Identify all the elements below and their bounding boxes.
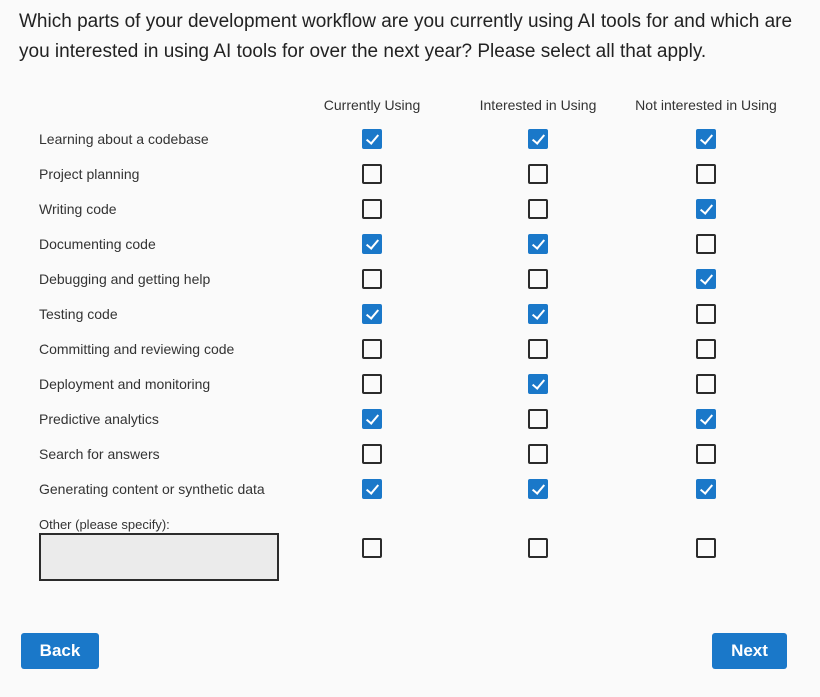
checkbox-currently-using[interactable] bbox=[362, 199, 382, 219]
checkbox-currently-using[interactable] bbox=[362, 479, 382, 499]
row-label: Project planning bbox=[39, 166, 140, 182]
checkbox-interested-in-using[interactable] bbox=[528, 199, 548, 219]
checkbox-currently-using[interactable] bbox=[362, 129, 382, 149]
checkbox-not-interested-in-using[interactable] bbox=[696, 304, 716, 324]
checkbox-currently-using[interactable] bbox=[362, 339, 382, 359]
row-label: Committing and reviewing code bbox=[39, 341, 235, 357]
row-label: Documenting code bbox=[39, 236, 156, 252]
row-label: Testing code bbox=[39, 306, 118, 322]
checkbox-not-interested-in-using[interactable] bbox=[696, 234, 716, 254]
next-button[interactable]: Next bbox=[712, 633, 787, 669]
row-label: Generating content or synthetic data bbox=[39, 481, 265, 497]
checkbox-currently-using[interactable] bbox=[362, 444, 382, 464]
checkbox-currently-using[interactable] bbox=[362, 409, 382, 429]
column-header-currently-using: Currently Using bbox=[323, 97, 421, 113]
checkbox-currently-using[interactable] bbox=[362, 164, 382, 184]
checkbox-not-interested-in-using[interactable] bbox=[696, 129, 716, 149]
other-checkbox-currently-using[interactable] bbox=[362, 538, 382, 558]
column-header-not-interested-in-using: Not interested in Using bbox=[635, 97, 777, 113]
checkbox-currently-using[interactable] bbox=[362, 304, 382, 324]
checkbox-interested-in-using[interactable] bbox=[528, 234, 548, 254]
checkbox-not-interested-in-using[interactable] bbox=[696, 164, 716, 184]
checkbox-not-interested-in-using[interactable] bbox=[696, 199, 716, 219]
checkbox-currently-using[interactable] bbox=[362, 374, 382, 394]
row-label: Predictive analytics bbox=[39, 411, 159, 427]
other-label: Other (please specify): bbox=[39, 517, 170, 532]
checkbox-not-interested-in-using[interactable] bbox=[696, 269, 716, 289]
checkbox-currently-using[interactable] bbox=[362, 269, 382, 289]
checkbox-interested-in-using[interactable] bbox=[528, 444, 548, 464]
other-checkbox-interested-in-using[interactable] bbox=[528, 538, 548, 558]
back-button[interactable]: Back bbox=[21, 633, 99, 669]
checkbox-interested-in-using[interactable] bbox=[528, 339, 548, 359]
other-specify-input[interactable] bbox=[39, 533, 279, 581]
checkbox-not-interested-in-using[interactable] bbox=[696, 374, 716, 394]
row-label: Debugging and getting help bbox=[39, 271, 211, 287]
row-label: Learning about a codebase bbox=[39, 131, 209, 147]
checkbox-interested-in-using[interactable] bbox=[528, 164, 548, 184]
checkbox-interested-in-using[interactable] bbox=[528, 129, 548, 149]
question-text: Which parts of your development workflow… bbox=[19, 11, 793, 62]
checkbox-interested-in-using[interactable] bbox=[528, 479, 548, 499]
checkbox-interested-in-using[interactable] bbox=[528, 269, 548, 289]
other-checkbox-not-interested-in-using[interactable] bbox=[696, 538, 716, 558]
checkbox-not-interested-in-using[interactable] bbox=[696, 409, 716, 429]
checkbox-not-interested-in-using[interactable] bbox=[696, 444, 716, 464]
checkbox-interested-in-using[interactable] bbox=[528, 409, 548, 429]
checkbox-not-interested-in-using[interactable] bbox=[696, 339, 716, 359]
checkbox-interested-in-using[interactable] bbox=[528, 374, 548, 394]
row-label: Writing code bbox=[39, 201, 117, 217]
checkbox-interested-in-using[interactable] bbox=[528, 304, 548, 324]
checkbox-currently-using[interactable] bbox=[362, 234, 382, 254]
column-header-interested-in-using: Interested in Using bbox=[479, 97, 597, 113]
row-label: Search for answers bbox=[39, 446, 160, 462]
row-label: Deployment and monitoring bbox=[39, 376, 211, 392]
checkbox-not-interested-in-using[interactable] bbox=[696, 479, 716, 499]
